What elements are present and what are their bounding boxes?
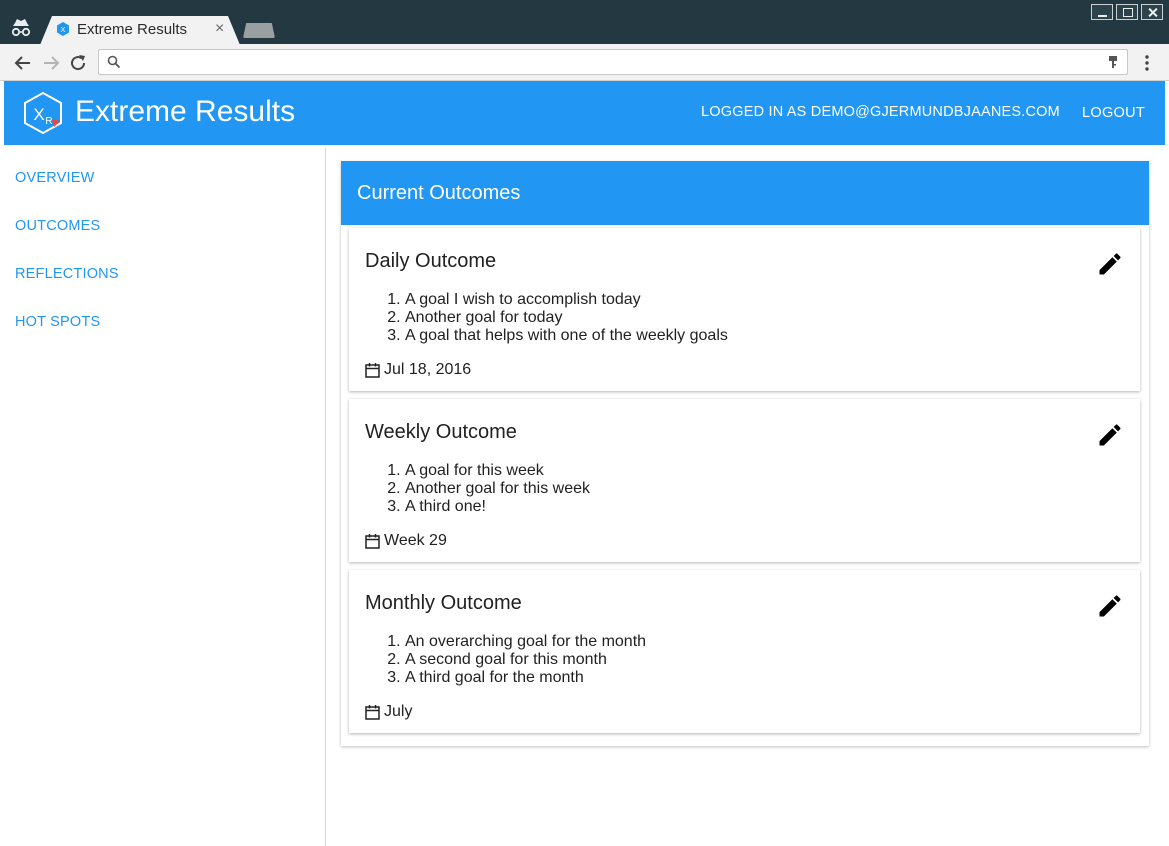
browser-titlebar: X Extreme Results × <box>0 0 1169 45</box>
back-icon[interactable] <box>13 53 33 73</box>
outcome-card-weekly: Weekly Outcome A goal for this week Anot… <box>349 399 1140 562</box>
goal-list: An overarching goal for the month A seco… <box>405 633 646 687</box>
sidebar-item-reflections[interactable]: REFLECTIONS <box>15 266 119 282</box>
outcome-title: Monthly Outcome <box>365 592 522 614</box>
outcome-card-daily: Daily Outcome A goal I wish to accomplis… <box>349 228 1140 391</box>
sidebar-item-hot-spots[interactable]: HOT SPOTS <box>15 314 100 330</box>
new-tab-button[interactable] <box>243 23 275 38</box>
logout-button[interactable]: LOGOUT <box>1082 105 1145 121</box>
svg-text:X: X <box>33 105 44 124</box>
goal-item: A goal that helps with one of the weekly… <box>405 327 728 345</box>
outcome-date-text: Week 29 <box>384 532 447 549</box>
key-icon[interactable] <box>1107 55 1119 69</box>
address-bar[interactable] <box>98 49 1128 75</box>
window-controls <box>1091 4 1163 20</box>
outcome-date-text: Jul 18, 2016 <box>384 361 472 378</box>
outcome-date: Jul 18, 2016 <box>365 361 471 379</box>
outcome-title: Daily Outcome <box>365 250 497 272</box>
app-frame: X R Extreme Results LOGGED IN AS DEMO@GJ… <box>4 81 1165 846</box>
incognito-icon <box>11 19 31 37</box>
edit-icon[interactable] <box>1096 250 1124 278</box>
tab-close-button[interactable]: × <box>215 20 224 38</box>
outcome-title: Weekly Outcome <box>365 421 517 443</box>
calendar-icon <box>365 705 380 720</box>
goal-item: Another goal for today <box>405 309 728 327</box>
svg-text:X: X <box>61 27 66 34</box>
minimize-button[interactable] <box>1091 4 1113 20</box>
svg-text:R: R <box>45 116 52 127</box>
outcome-card-monthly: Monthly Outcome An overarching goal for … <box>349 570 1140 733</box>
logged-in-label: LOGGED IN AS DEMO@GJERMUNDBJAANES.COM <box>701 104 1060 120</box>
goal-item: A goal I wish to accomplish today <box>405 291 728 309</box>
tab-title: Extreme Results <box>77 21 188 38</box>
sidebar-item-outcomes[interactable]: OUTCOMES <box>15 218 100 234</box>
edit-icon[interactable] <box>1096 421 1124 449</box>
goal-item: Another goal for this week <box>405 480 590 498</box>
goal-item: A third one! <box>405 498 590 516</box>
search-icon <box>107 55 121 69</box>
favicon-icon: X <box>57 22 69 36</box>
calendar-icon <box>365 534 380 549</box>
address-input[interactable] <box>127 53 1087 71</box>
reload-icon[interactable] <box>68 53 88 73</box>
close-window-button[interactable] <box>1141 4 1163 20</box>
logo-icon: X R <box>24 91 62 135</box>
goal-list: A goal for this week Another goal for th… <box>405 462 590 516</box>
goal-item: A second goal for this month <box>405 651 646 669</box>
menu-icon[interactable] <box>1140 53 1154 73</box>
card-header-title: Current Outcomes <box>357 182 521 204</box>
goal-item: A goal for this week <box>405 462 590 480</box>
goal-item: An overarching goal for the month <box>405 633 646 651</box>
goal-item: A third goal for the month <box>405 669 646 687</box>
outcome-date: Week 29 <box>365 532 447 550</box>
app-title: Extreme Results <box>75 95 296 128</box>
forward-icon[interactable] <box>41 53 61 73</box>
outcome-date-text: July <box>384 703 413 720</box>
outcome-date: July <box>365 703 412 721</box>
goal-list: A goal I wish to accomplish today Anothe… <box>405 291 728 345</box>
browser-toolbar <box>0 44 1169 81</box>
sidebar: OVERVIEW OUTCOMES REFLECTIONS HOT SPOTS <box>4 148 326 846</box>
app-bar: X R Extreme Results LOGGED IN AS DEMO@GJ… <box>4 81 1165 145</box>
edit-icon[interactable] <box>1096 592 1124 620</box>
card-header: Current Outcomes <box>341 161 1149 225</box>
current-outcomes-card: Current Outcomes Daily Outcome A goal I … <box>341 161 1149 746</box>
sidebar-item-overview[interactable]: OVERVIEW <box>15 170 95 186</box>
calendar-icon <box>365 363 380 378</box>
maximize-button[interactable] <box>1116 4 1138 20</box>
